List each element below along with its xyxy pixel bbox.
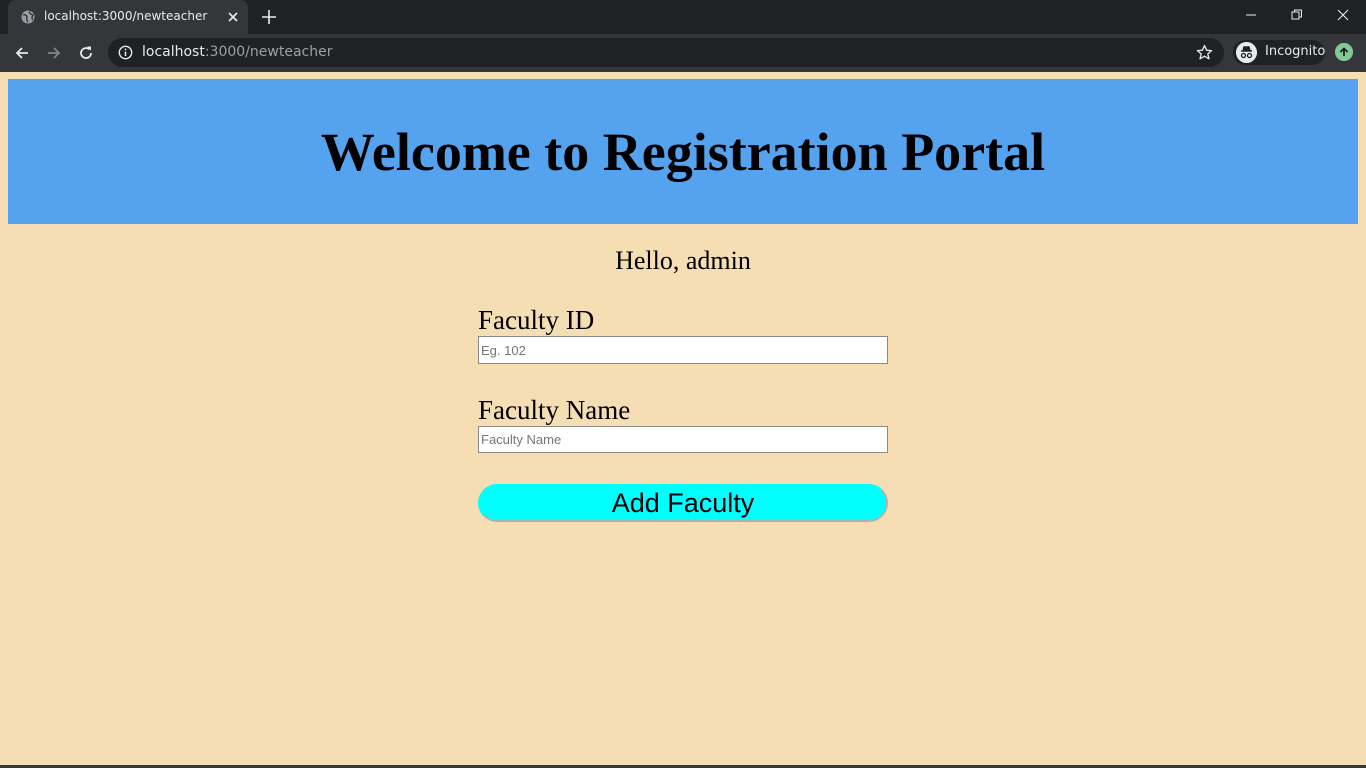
- address-bar[interactable]: localhost:3000/newteacher: [108, 38, 1224, 67]
- page-header: Welcome to Registration Portal: [8, 79, 1358, 224]
- incognito-profile-chip[interactable]: Incognito: [1233, 40, 1325, 65]
- globe-icon: [21, 10, 35, 24]
- url-host: localhost: [142, 44, 205, 60]
- update-icon[interactable]: [1335, 43, 1353, 61]
- faculty-name-input[interactable]: [478, 426, 888, 453]
- tab-title: localhost:3000/newteacher: [44, 9, 208, 23]
- add-faculty-button[interactable]: Add Faculty: [478, 484, 888, 522]
- restore-icon: [1291, 9, 1302, 20]
- minimize-button[interactable]: [1228, 0, 1274, 30]
- info-icon[interactable]: [118, 45, 133, 60]
- back-button[interactable]: [9, 40, 35, 66]
- incognito-label: Incognito: [1265, 44, 1326, 59]
- tab-strip: localhost:3000/newteacher: [0, 0, 1366, 34]
- faculty-id-input[interactable]: [478, 336, 888, 364]
- browser-chrome: localhost:3000/newteacher localhost:3000…: [0, 0, 1366, 72]
- reload-button[interactable]: [73, 40, 99, 66]
- url-text: localhost:3000/newteacher: [142, 44, 332, 60]
- browser-toolbar: localhost:3000/newteacher: [0, 34, 1366, 72]
- forward-arrow-icon: [48, 47, 61, 59]
- close-icon[interactable]: [225, 9, 241, 25]
- incognito-icon: [1236, 42, 1257, 63]
- reload-icon: [80, 46, 92, 59]
- greeting-text: Hello, admin: [615, 246, 751, 275]
- faculty-name-label: Faculty Name: [478, 395, 631, 425]
- restore-button[interactable]: [1274, 0, 1320, 30]
- plus-icon[interactable]: [260, 8, 278, 26]
- minimize-icon: [1246, 14, 1256, 16]
- window-close-icon: [1337, 9, 1349, 21]
- url-path: :3000/newteacher: [204, 44, 333, 60]
- window-close-button[interactable]: [1320, 0, 1366, 30]
- page-title: Welcome to Registration Portal: [320, 121, 1046, 182]
- back-arrow-icon: [15, 47, 28, 59]
- star-icon[interactable]: [1196, 44, 1213, 61]
- faculty-id-label: Faculty ID: [478, 305, 595, 335]
- browser-tab[interactable]: localhost:3000/newteacher: [8, 0, 248, 34]
- forward-button[interactable]: [41, 40, 67, 66]
